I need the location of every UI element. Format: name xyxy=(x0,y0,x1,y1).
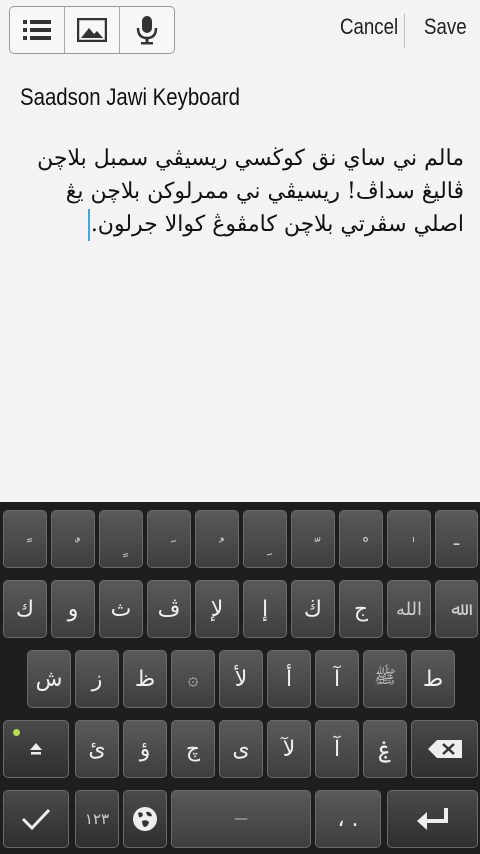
key-alef-hamza-above[interactable]: أ xyxy=(267,650,311,708)
shift-icon xyxy=(30,743,42,755)
key-ca[interactable]: چ xyxy=(171,720,215,778)
insert-toolbar xyxy=(9,6,175,54)
key-lam-alef-hamza-below[interactable]: لإ xyxy=(195,580,239,638)
key-nga[interactable]: ۼ xyxy=(363,720,407,778)
key-shin[interactable]: ش xyxy=(27,650,71,708)
numbers-key[interactable]: ١٢٣ xyxy=(75,790,119,848)
key-rub-el-hizb[interactable]: ۞ xyxy=(171,650,215,708)
note-body-editor[interactable]: مالم ني ساي نق كوڬسي ريسيڤي سمبل بلاچن ڤ… xyxy=(18,142,464,241)
key-waw-hamza[interactable]: ؤ xyxy=(123,720,167,778)
key-yeh-hamza[interactable]: ئ xyxy=(75,720,119,778)
checkmark-icon xyxy=(21,808,51,831)
list-button[interactable] xyxy=(10,7,65,53)
note-body-text: مالم ني ساي نق كوڬسي ريسيڤي سمبل بلاچن ڤ… xyxy=(37,146,464,237)
divider xyxy=(404,14,405,48)
done-key[interactable] xyxy=(3,790,69,848)
key-allah[interactable]: الله xyxy=(387,580,431,638)
key-zain[interactable]: ز xyxy=(75,650,119,708)
key-tatweel[interactable]: ـ xyxy=(435,510,478,568)
key-jim[interactable]: ج xyxy=(339,580,383,638)
enter-key[interactable] xyxy=(387,790,478,848)
key-fathatan[interactable]: ً xyxy=(3,510,47,568)
key-shadda[interactable]: ّ xyxy=(291,510,335,568)
key-alef-madda-2[interactable]: آ xyxy=(315,720,359,778)
image-button[interactable] xyxy=(65,7,120,53)
cancel-button[interactable]: Cancel xyxy=(340,14,398,40)
key-damma[interactable]: ُ xyxy=(195,510,239,568)
key-kasratan[interactable]: ٍ xyxy=(99,510,143,568)
key-dammatan[interactable]: ٌ xyxy=(51,510,95,568)
key-waw[interactable]: و xyxy=(51,580,95,638)
key-kasra[interactable]: ِ xyxy=(243,510,287,568)
key-lam-alef-hamza-above[interactable]: لأ xyxy=(219,650,263,708)
key-alef-maksura[interactable]: ى xyxy=(219,720,263,778)
top-toolbar: Cancel Save xyxy=(0,0,480,62)
globe-icon xyxy=(133,807,157,831)
key-ga[interactable]: ڬ xyxy=(291,580,335,638)
backspace-icon xyxy=(427,740,462,758)
key-alef-hamza-below[interactable]: إ xyxy=(243,580,287,638)
key-fatha[interactable]: َ xyxy=(147,510,191,568)
key-kaf[interactable]: ك xyxy=(3,580,47,638)
backspace-key[interactable] xyxy=(411,720,478,778)
keyboard: ً ٌ ٍ َ ُ ِ ّ ْ ٰ ـ ك و ث ڤ لإ إ ڬ ج الل… xyxy=(0,502,480,854)
key-pa[interactable]: ڤ xyxy=(147,580,191,638)
text-cursor xyxy=(87,209,90,241)
space-key[interactable]: — xyxy=(171,790,311,848)
key-superscript-alef[interactable]: ٰ xyxy=(387,510,431,568)
image-icon xyxy=(77,18,107,42)
enter-icon xyxy=(416,808,448,830)
shift-key[interactable] xyxy=(3,720,69,778)
key-jalla-jalaluh[interactable]: ﷲ xyxy=(435,580,478,638)
save-button[interactable]: Save xyxy=(424,14,467,40)
punctuation-key[interactable]: ، . xyxy=(315,790,381,848)
list-icon xyxy=(23,20,51,40)
key-alef-madda[interactable]: آ xyxy=(315,650,359,708)
key-zah[interactable]: ظ xyxy=(123,650,167,708)
note-title[interactable]: Saadson Jawi Keyboard xyxy=(20,84,240,112)
key-salawat[interactable]: ﷺ xyxy=(363,650,407,708)
key-sukun[interactable]: ْ xyxy=(339,510,383,568)
key-lam-alef-madda[interactable]: لآ xyxy=(267,720,311,778)
key-tah[interactable]: ط xyxy=(411,650,455,708)
microphone-button[interactable] xyxy=(120,7,174,53)
language-key[interactable] xyxy=(123,790,167,848)
shift-indicator xyxy=(13,729,20,736)
microphone-icon xyxy=(136,16,158,45)
key-tha[interactable]: ث xyxy=(99,580,143,638)
